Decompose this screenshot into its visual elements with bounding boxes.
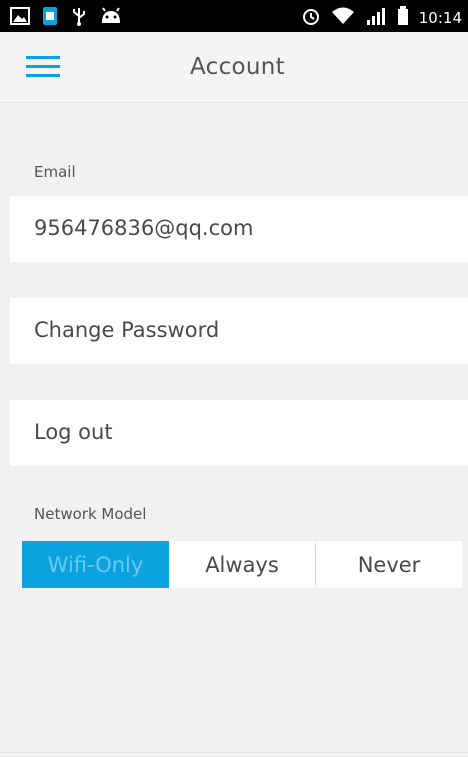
wifi-icon bbox=[331, 6, 355, 30]
status-bar-left-icons bbox=[10, 6, 122, 30]
network-model-selector: Wifi-Only Always Never bbox=[22, 541, 462, 588]
battery-icon bbox=[397, 6, 409, 30]
change-password-row[interactable]: Change Password bbox=[10, 298, 468, 364]
hamburger-menu-icon[interactable] bbox=[26, 56, 60, 80]
email-value: 956476836@qq.com bbox=[34, 216, 254, 240]
log-out-row[interactable]: Log out bbox=[10, 400, 468, 466]
status-bar-right-icons: 10:14 bbox=[301, 6, 462, 30]
app-bar: Account bbox=[0, 32, 468, 103]
status-bar: 10:14 bbox=[0, 0, 468, 32]
bottom-divider bbox=[0, 752, 468, 753]
alarm-icon bbox=[301, 6, 321, 30]
option-wifi-only[interactable]: Wifi-Only bbox=[22, 541, 169, 588]
status-time: 10:14 bbox=[418, 9, 462, 27]
page-title: Account bbox=[190, 54, 285, 80]
email-label: Email bbox=[34, 163, 76, 181]
sim-card-icon bbox=[42, 6, 58, 30]
option-never[interactable]: Never bbox=[316, 541, 462, 588]
android-icon bbox=[100, 7, 122, 29]
email-row[interactable]: 956476836@qq.com bbox=[10, 196, 468, 262]
usb-icon bbox=[70, 6, 88, 30]
image-icon bbox=[10, 7, 30, 29]
change-password-label: Change Password bbox=[34, 318, 220, 342]
log-out-label: Log out bbox=[34, 420, 113, 444]
option-always[interactable]: Always bbox=[169, 541, 315, 588]
signal-icon bbox=[365, 6, 387, 30]
network-model-label: Network Model bbox=[34, 505, 147, 523]
